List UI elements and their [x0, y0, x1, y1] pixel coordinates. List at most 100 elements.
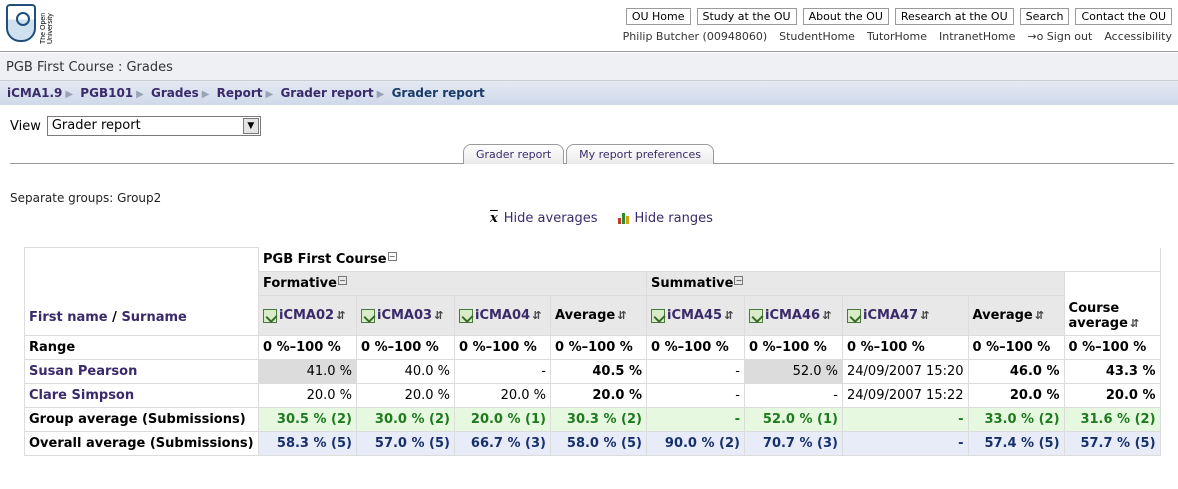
item-link-icma03[interactable]: iCMA03	[377, 308, 432, 323]
item-link-icma04[interactable]: iCMA04	[475, 308, 530, 323]
group-average-cell: 30.0 % (2)	[356, 407, 455, 432]
group-average-cell: -	[842, 407, 969, 432]
grade-cell[interactable]: -	[646, 359, 745, 384]
sort-icon[interactable]: ⇵	[434, 309, 443, 322]
site-header: The Open University OU Home Study at the…	[0, 0, 1178, 52]
sort-icon[interactable]: ⇵	[920, 309, 929, 322]
view-selector: View Grader report ▼	[10, 116, 261, 136]
group-average-cell: 20.0 % (1)	[454, 407, 551, 432]
grade-cell[interactable]: 20.0 %	[258, 383, 357, 408]
average-cell: 46.0 %	[967, 359, 1065, 384]
range-cell: 0 %–100 %	[550, 335, 647, 360]
sort-surname[interactable]: Surname	[121, 310, 186, 325]
overall-average-cell: 58.3 % (5)	[258, 431, 357, 456]
collapse-icon[interactable]: −	[734, 276, 744, 285]
crumb-grader-report[interactable]: Grader report	[280, 86, 373, 100]
sort-icon[interactable]: ⇵	[822, 309, 831, 322]
link-intranethome[interactable]: IntranetHome	[939, 30, 1015, 43]
group-average-row: Group average (Submissions) 30.5 % (2) 3…	[24, 407, 1161, 432]
link-studenthome[interactable]: StudentHome	[779, 30, 855, 43]
crumb-report[interactable]: Report	[217, 86, 263, 100]
crumb-grades[interactable]: Grades	[151, 86, 199, 100]
grade-cell[interactable]: 40.0 %	[356, 359, 455, 384]
overall-average-cell: 58.0 % (5)	[550, 431, 647, 456]
collapse-icon[interactable]: −	[387, 251, 397, 261]
tab-report-preferences[interactable]: My report preferences	[566, 144, 714, 164]
item-link-icma02[interactable]: iCMA02	[279, 308, 334, 323]
grade-cell[interactable]: 24/09/2007 15:22	[842, 383, 969, 408]
grade-cell[interactable]: 52.0 %	[744, 359, 843, 384]
link-tutorhome[interactable]: TutorHome	[867, 30, 927, 43]
item-link-icma46[interactable]: iCMA46	[765, 308, 820, 323]
hide-averages-label: Hide averages	[503, 211, 598, 226]
course-average-header: Course average ⇵	[1063, 271, 1161, 336]
hide-ranges-label: Hide ranges	[634, 211, 713, 226]
sort-icon[interactable]: ⇵	[1130, 317, 1139, 330]
nav-search[interactable]: Search	[1019, 8, 1070, 25]
grade-cell[interactable]: 24/09/2007 15:20	[842, 359, 969, 384]
overall-average-row: Overall average (Submissions) 58.3 % (5)…	[24, 431, 1161, 456]
link-accessibility[interactable]: Accessibility	[1104, 30, 1172, 43]
item-header-icma02: iCMA02 ⇵	[258, 295, 357, 336]
grade-cell[interactable]: -	[744, 383, 843, 408]
nav-ou-home[interactable]: OU Home	[625, 8, 691, 25]
group-average-cell: 30.3 % (2)	[550, 407, 647, 432]
sort-icon[interactable]: ⇵	[1035, 309, 1044, 322]
formative-average-header: Average ⇵	[550, 295, 647, 336]
nav-study[interactable]: Study at the OU	[696, 8, 797, 25]
link-sign-out[interactable]: →o Sign out	[1027, 30, 1092, 43]
crumb-separator-icon: ▶	[376, 89, 385, 100]
sort-icon[interactable]: ⇵	[724, 309, 733, 322]
summative-category-header: Summative −	[646, 271, 1065, 296]
student-name-link[interactable]: Susan Pearson	[29, 364, 137, 379]
item-link-icma47[interactable]: iCMA47	[863, 308, 918, 323]
quiz-icon	[651, 308, 665, 323]
nav-contact[interactable]: Contact the OU	[1075, 8, 1172, 25]
tab-grader-report[interactable]: Grader report	[463, 144, 565, 164]
quiz-icon	[361, 308, 375, 323]
course-total-cell: 43.3 %	[1063, 359, 1161, 384]
collapse-icon[interactable]: −	[337, 276, 347, 285]
grade-cell[interactable]: 20.0 %	[356, 383, 455, 408]
grade-cell[interactable]: 20.0 %	[454, 383, 551, 408]
view-select[interactable]: Grader report ▼	[46, 116, 261, 136]
course-average-line-1: Course	[1068, 301, 1120, 316]
average-cell: 20.0 %	[550, 383, 647, 408]
item-header-icma03: iCMA03 ⇵	[356, 295, 455, 336]
range-cell: 0 %–100 %	[744, 335, 843, 360]
user-bar: Philip Butcher (00948060) StudentHome Tu…	[623, 30, 1172, 43]
overall-average-cell: 90.0 % (2)	[646, 431, 745, 456]
range-cell: 0 %–100 %	[1063, 335, 1161, 360]
item-link-icma45[interactable]: iCMA45	[667, 308, 722, 323]
sort-icon[interactable]: ⇵	[532, 309, 541, 322]
nav-about[interactable]: About the OU	[802, 8, 889, 25]
bar-chart-icon	[617, 213, 629, 224]
group-average-cell: 33.0 % (2)	[967, 407, 1065, 432]
view-select-value: Grader report	[51, 118, 141, 133]
sort-icon[interactable]: ⇵	[336, 309, 345, 322]
row-label: Range	[24, 335, 259, 360]
row-label: Group average (Submissions)	[24, 407, 259, 432]
crumb-course[interactable]: PGB101	[80, 86, 133, 100]
hide-ranges-link[interactable]: Hide ranges	[617, 211, 713, 226]
ou-logo[interactable]: The Open University	[6, 4, 62, 46]
formative-category-header: Formative −	[258, 271, 647, 296]
crumb-separator-icon: ▶	[65, 89, 74, 100]
crumb-separator-icon: ▶	[136, 89, 144, 100]
item-header-icma04: iCMA04 ⇵	[454, 295, 551, 336]
overall-average-cell: 57.0 % (5)	[356, 431, 455, 456]
chevron-down-icon[interactable]: ▼	[242, 118, 259, 134]
grade-cell[interactable]: -	[454, 359, 551, 384]
sort-first-name[interactable]: First name	[29, 310, 108, 325]
hide-averages-link[interactable]: x Hide averages	[490, 211, 598, 226]
course-header: PGB First Course −	[258, 247, 1161, 272]
crumb-icma[interactable]: iCMA1.9	[7, 86, 62, 100]
student-name-link[interactable]: Clare Simpson	[29, 388, 134, 403]
item-header-icma47: iCMA47 ⇵	[842, 295, 969, 336]
sort-icon[interactable]: ⇵	[617, 309, 626, 322]
grade-cell[interactable]: -	[646, 383, 745, 408]
grade-cell[interactable]: 41.0 %	[258, 359, 357, 384]
nav-research[interactable]: Research at the OU	[894, 8, 1014, 25]
page-title: PGB First Course : Grades	[0, 53, 1178, 81]
name-separator: /	[112, 310, 117, 325]
